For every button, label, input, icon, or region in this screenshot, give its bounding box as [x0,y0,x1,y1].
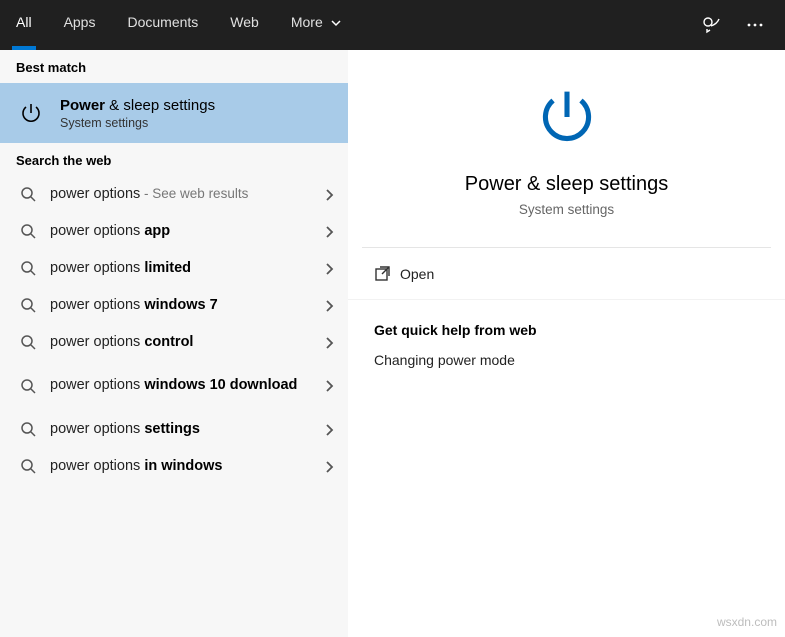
best-match-item[interactable]: Power & sleep settings System settings [0,83,348,143]
search-icon [16,261,40,276]
search-icon [16,187,40,202]
chevron-down-icon [331,18,341,28]
search-icon [16,459,40,474]
web-result-text: power options app [50,223,318,240]
preview-subtitle: System settings [519,202,614,217]
tab-more[interactable]: More [275,0,357,50]
open-button[interactable]: Open [348,248,785,300]
web-result-text: power options windows 10 download [50,377,318,394]
tab-more-label: More [291,14,323,30]
body-split: Best match Power & sleep settings System… [0,50,785,637]
power-icon [16,100,46,126]
web-result-item[interactable]: power options - See web results [0,176,348,213]
feedback-icon[interactable] [689,0,733,50]
search-icon [16,298,40,313]
chevron-right-icon[interactable] [318,299,340,313]
topbar-spacer [357,0,689,50]
web-result-item[interactable]: power options control [0,324,348,361]
more-options-icon[interactable] [733,0,777,50]
search-web-header: Search the web [0,143,348,176]
web-results-list: power options - See web results power opt… [0,176,348,485]
tab-web[interactable]: Web [214,0,275,50]
search-icon [16,379,40,394]
help-link[interactable]: Changing power mode [348,352,785,368]
web-result-text: power options control [50,334,318,351]
best-match-title: Power & sleep settings [60,97,215,114]
chevron-right-icon[interactable] [318,423,340,437]
chevron-right-icon[interactable] [318,336,340,350]
preview-title: Power & sleep settings [465,173,668,196]
power-icon-large [534,84,600,155]
top-tabs-bar: All Apps Documents Web More [0,0,785,50]
chevron-right-icon[interactable] [318,379,340,393]
best-match-header: Best match [0,50,348,83]
web-result-item[interactable]: power options limited [0,250,348,287]
web-result-item[interactable]: power options app [0,213,348,250]
web-result-item[interactable]: power options in windows [0,448,348,485]
web-result-item[interactable]: power options settings [0,411,348,448]
results-panel: Best match Power & sleep settings System… [0,50,348,637]
tab-all[interactable]: All [0,0,48,50]
web-result-text: power options in windows [50,458,318,475]
web-result-text: power options - See web results [50,186,318,203]
chevron-right-icon[interactable] [318,225,340,239]
web-result-text: power options windows 7 [50,297,318,314]
best-match-subtitle: System settings [60,116,215,130]
tab-documents[interactable]: Documents [111,0,214,50]
web-result-text: power options settings [50,421,318,438]
open-icon [374,265,400,282]
best-match-title-bold: Power [60,97,105,114]
search-icon [16,422,40,437]
web-result-item[interactable]: power options windows 7 [0,287,348,324]
best-match-title-rest: & sleep settings [105,97,215,114]
preview-panel: Power & sleep settings System settings O… [348,50,785,637]
open-label: Open [400,266,434,282]
search-icon [16,335,40,350]
chevron-right-icon[interactable] [318,188,340,202]
web-result-item[interactable]: power options windows 10 download [0,361,348,411]
web-result-text: power options limited [50,260,318,277]
best-match-text: Power & sleep settings System settings [60,97,215,130]
chevron-right-icon[interactable] [318,262,340,276]
tab-apps[interactable]: Apps [48,0,112,50]
preview-card: Power & sleep settings System settings [362,62,771,248]
search-icon [16,224,40,239]
chevron-right-icon[interactable] [318,460,340,474]
quick-help-header: Get quick help from web [348,300,785,352]
